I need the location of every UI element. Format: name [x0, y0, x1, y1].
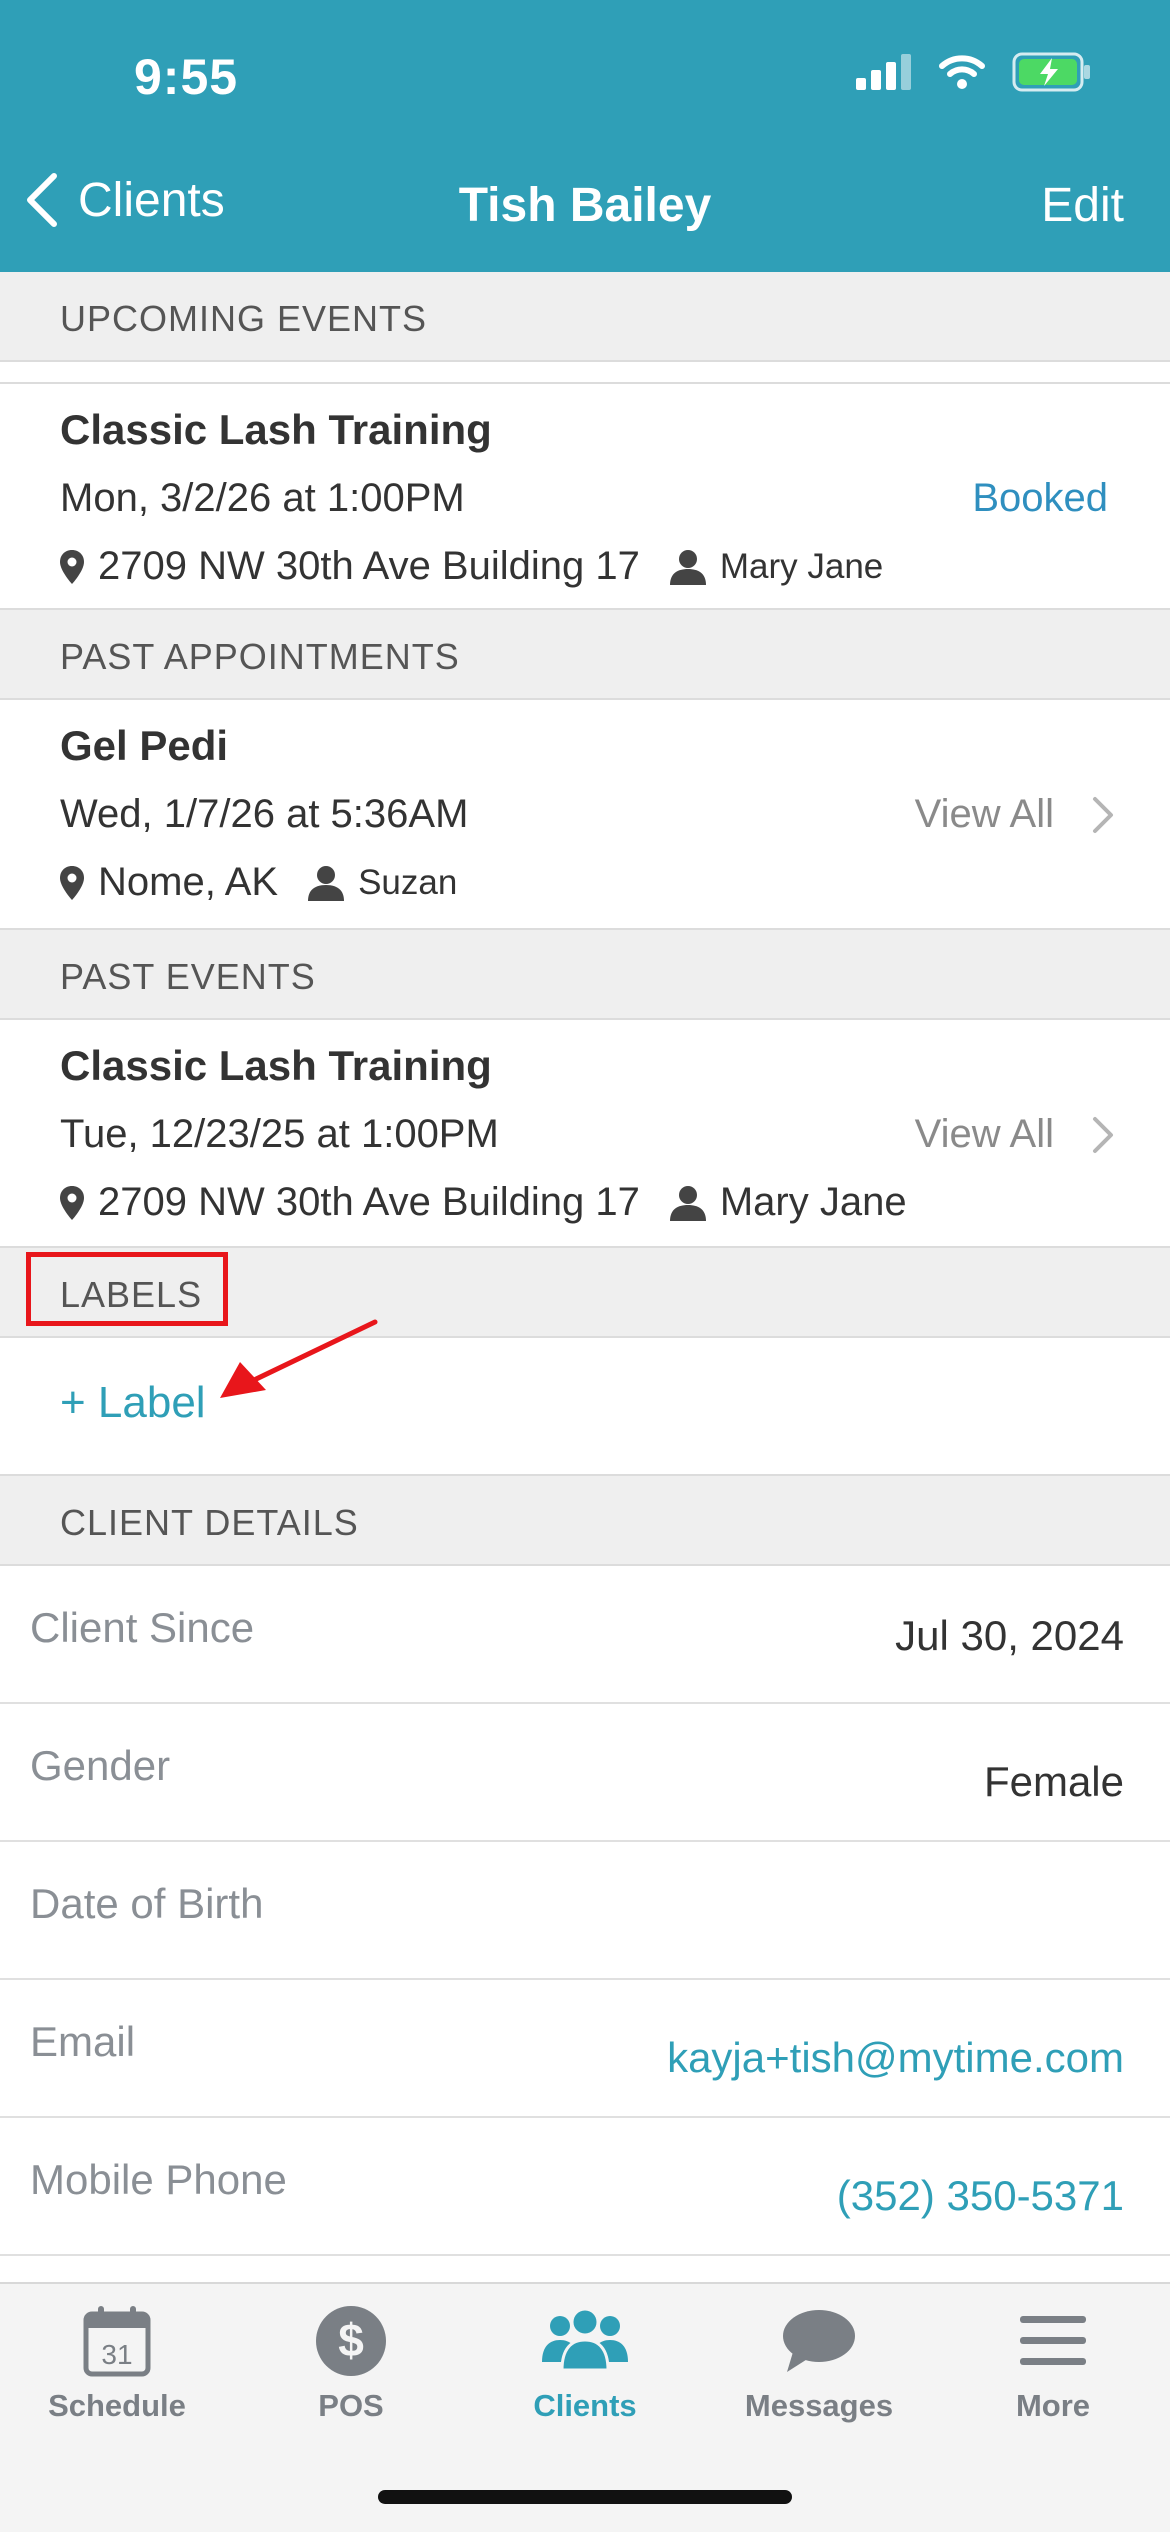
person-icon [669, 1185, 706, 1221]
tab-messages[interactable]: Messages [702, 2304, 936, 2424]
calendar-day: 31 [101, 2339, 132, 2370]
detail-label: Date of Birth [30, 1880, 264, 1927]
detail-row-mobile-phone: Mobile Phone (352) 350-5371 [0, 2118, 1170, 2256]
top-header: 9:55 Clients Tish Bailey Edit [0, 0, 1170, 272]
staff-info: Suzan [308, 863, 457, 903]
staff-info: Mary Jane [669, 546, 884, 587]
detail-label: Email [30, 2018, 136, 2065]
annotation-arrow-icon [220, 1319, 378, 1398]
view-all-label: View All [914, 1112, 1054, 1156]
past-appointment-item[interactable]: Gel Pedi Wed, 1/7/26 at 5:36AM View All … [0, 700, 1170, 930]
page-title: Tish Bailey [458, 179, 712, 232]
view-all-link[interactable]: View All [915, 792, 1114, 837]
appointment-location: Nome, AK [98, 860, 279, 904]
appointment-meta: Nome, AK Suzan [60, 860, 457, 905]
signal-icon [856, 54, 911, 90]
tab-label: Messages [744, 2388, 894, 2423]
staff-info: Mary Jane [669, 1180, 907, 1225]
add-label-button[interactable]: + Label [60, 1378, 206, 1428]
battery-charging-icon [1012, 52, 1090, 92]
past-event-item[interactable]: Classic Lash Training Tue, 12/23/25 at 1… [0, 1020, 1170, 1248]
phone-link[interactable]: (352) 350-5371 [837, 2172, 1124, 2220]
tab-pos[interactable]: $ POS [234, 2304, 468, 2424]
section-past-appointments: PAST APPOINTMENTS [0, 610, 1170, 700]
detail-label: Gender [30, 1742, 171, 1789]
view-all-label: View All [914, 792, 1054, 836]
chevron-right-icon [1093, 1116, 1113, 1153]
detail-row-gender: Gender Female [0, 1704, 1170, 1842]
person-icon [308, 865, 345, 901]
section-client-details: CLIENT DETAILS [0, 1476, 1170, 1566]
wifi-icon [939, 55, 985, 89]
detail-row-date-of-birth: Date of Birth [0, 1842, 1170, 1980]
tab-label: Schedule [48, 2388, 186, 2423]
svg-text:$: $ [338, 2314, 364, 2366]
status-time: 9:55 [134, 49, 239, 105]
detail-label: Mobile Phone [30, 2156, 287, 2203]
edit-button[interactable]: Edit [1041, 178, 1124, 233]
appointment-title: Gel Pedi [60, 722, 229, 769]
home-indicator [378, 2490, 792, 2504]
view-all-link[interactable]: View All [915, 1112, 1114, 1157]
staff-name: Mary Jane [719, 546, 884, 586]
section-title: CLIENT DETAILS [60, 1502, 359, 1543]
section-title: UPCOMING EVENTS [60, 298, 428, 339]
event-location: 2709 NW 30th Ave Building 17 [98, 1180, 640, 1224]
hamburger-menu-icon [1020, 2316, 1086, 2365]
upcoming-event-item[interactable]: Classic Lash Training Mon, 3/2/26 at 1:0… [0, 382, 1170, 610]
person-icon [669, 549, 706, 585]
detail-row-client-since: Client Since Jul 30, 2024 [0, 1566, 1170, 1704]
tab-label: More [1015, 2388, 1091, 2423]
detail-row-email: Email kayja+tish@mytime.com [0, 1980, 1170, 2118]
event-title: Classic Lash Training [60, 406, 492, 453]
event-date: Mon, 3/2/26 at 1:00PM [60, 476, 465, 520]
tab-more[interactable]: More [936, 2304, 1170, 2424]
section-upcoming-events: UPCOMING EVENTS [0, 272, 1170, 362]
tab-schedule[interactable]: 31 Schedule [0, 2304, 234, 2424]
highlight-box [26, 1252, 228, 1326]
section-title: PAST APPOINTMENTS [60, 636, 460, 677]
location-pin-icon [60, 549, 84, 584]
appointment-date: Wed, 1/7/26 at 5:36AM [60, 792, 469, 836]
staff-name: Mary Jane [719, 1180, 907, 1224]
location-pin-icon [60, 865, 84, 900]
detail-value: Female [983, 1758, 1124, 1805]
chat-bubble-icon [783, 2310, 855, 2372]
section-past-events: PAST EVENTS [0, 930, 1170, 1020]
calendar-icon: 31 [83, 2306, 151, 2377]
staff-name: Suzan [358, 862, 458, 902]
event-meta: 2709 NW 30th Ave Building 17 Mary Jane [60, 544, 883, 589]
event-location: 2709 NW 30th Ave Building 17 [98, 544, 640, 588]
tab-label: POS [318, 2388, 384, 2423]
event-date: Tue, 12/23/25 at 1:00PM [60, 1112, 499, 1156]
event-meta: 2709 NW 30th Ave Building 17 Mary Jane [60, 1180, 907, 1225]
detail-value: Jul 30, 2024 [895, 1612, 1124, 1659]
tab-clients[interactable]: Clients [468, 2304, 702, 2424]
dollar-icon: $ [316, 2306, 386, 2376]
tab-label: Clients [533, 2388, 637, 2423]
email-link[interactable]: kayja+tish@mytime.com [667, 2034, 1124, 2082]
clients-icon [542, 2307, 628, 2372]
event-title: Classic Lash Training [60, 1042, 492, 1089]
status-icons [856, 52, 1092, 92]
status-badge: Booked [972, 476, 1108, 520]
detail-label: Client Since [30, 1604, 255, 1651]
section-title: PAST EVENTS [60, 956, 316, 997]
chevron-right-icon [1093, 796, 1113, 833]
location-pin-icon [60, 1185, 84, 1220]
